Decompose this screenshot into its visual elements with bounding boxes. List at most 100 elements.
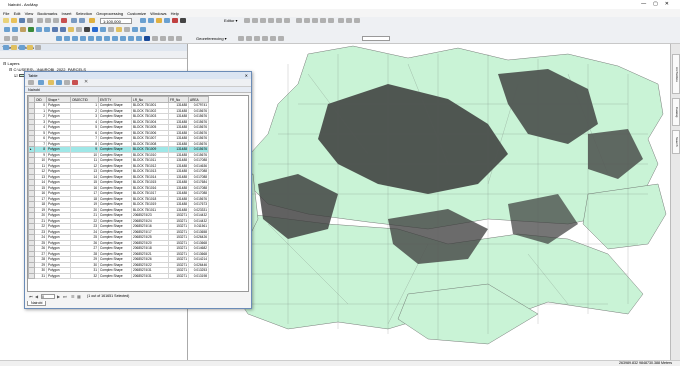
table-cell[interactable]: 20685274/31 (131, 272, 169, 279)
group-icon[interactable] (160, 36, 166, 41)
previous-record-icon[interactable]: ◀ (35, 294, 38, 299)
table-row[interactable]: 1 Polygon 2 Complex Shape BLOCK 75/1002 13148… (28, 107, 209, 114)
edit-tool-icon[interactable] (244, 18, 250, 23)
close-table-icon[interactable]: ✕ (84, 80, 88, 85)
window-controls[interactable]: —▢✕ (641, 1, 676, 7)
table-row[interactable]: 14 Polygon 15 Complex Shape BLOCK 75/1015 131… (28, 179, 209, 186)
straight-segment-icon[interactable] (260, 18, 266, 23)
editor-toolbar-icon[interactable] (140, 18, 146, 23)
list-by-source-icon[interactable] (11, 45, 17, 50)
split-icon[interactable] (320, 18, 326, 23)
table-row[interactable]: 2 Polygon 3 Complex Shape BLOCK 75/1003 13148… (28, 113, 209, 120)
table-row[interactable]: 27 Polygon 28 Complex Shape 20685274/21 15327… (28, 250, 209, 257)
order-icon[interactable] (168, 36, 174, 41)
sketch-properties-icon[interactable] (346, 18, 352, 23)
editor-dropdown[interactable]: Editor ▾ (224, 18, 238, 23)
table-row[interactable]: 16 Polygon 17 Complex Shape BLOCK 75/1017 131… (28, 190, 209, 197)
table-row[interactable]: 4 Polygon 5 Complex Shape BLOCK 75/1005 13148… (28, 124, 209, 131)
end-point-arc-icon[interactable] (268, 18, 274, 23)
table-cell[interactable]: 153271 (168, 272, 189, 279)
copy-icon[interactable] (45, 18, 51, 23)
parcel-map[interactable] (188, 44, 670, 360)
menu-bookmarks[interactable]: Bookmarks (37, 11, 57, 16)
next-record-icon[interactable]: ▶ (57, 294, 60, 299)
table-cell[interactable]: 0.013198 (188, 272, 209, 279)
last-record-icon[interactable]: ⏭ (63, 294, 67, 299)
undo-icon[interactable] (71, 18, 77, 23)
menu-help[interactable]: Help (171, 11, 179, 16)
attribute-table-window[interactable]: Table ✕ ✕ Nairobi OID Shape * OBJECTID E… (24, 71, 252, 309)
table-row[interactable]: 13 Polygon 14 Complex Shape BLOCK 75/1014 131… (28, 173, 209, 180)
table-row[interactable]: ▸ 8 Polygon 9 Complex Shape BLOCK 75/1009 1314… (28, 146, 209, 153)
trace-icon[interactable] (276, 18, 282, 23)
layout-zoom-out-icon[interactable] (12, 36, 18, 41)
clear-table-selection-icon[interactable] (64, 80, 70, 85)
table-row[interactable]: 25 Polygon 26 Complex Shape 20685274/20 15327… (28, 239, 209, 246)
table-row[interactable]: 31 Polygon 32 Complex Shape 20685274/31 15327… (28, 272, 209, 279)
table-row[interactable]: 26 Polygon 27 Complex Shape 20685274/18 15327… (28, 245, 209, 252)
clear-selection-icon[interactable] (76, 27, 82, 32)
menu-file[interactable]: File (3, 11, 9, 16)
font-color-icon[interactable] (112, 36, 118, 41)
table-row[interactable]: 15 Polygon 16 Complex Shape BLOCK 75/1016 131… (28, 184, 209, 191)
italic-icon[interactable] (96, 36, 102, 41)
georef-rotate-icon[interactable] (238, 36, 244, 41)
cut-icon[interactable] (37, 18, 43, 23)
find-icon[interactable] (100, 27, 106, 32)
select-features-icon[interactable] (68, 27, 74, 32)
marker-color-icon[interactable] (136, 36, 142, 41)
georef-shift-icon[interactable] (246, 36, 252, 41)
table-row[interactable]: 20 Polygon 21 Complex Shape 20685274/23 15327… (28, 212, 209, 219)
first-record-icon[interactable]: ⏮ (29, 294, 33, 299)
table-cell[interactable]: 32 (70, 272, 99, 279)
draw-rectangle-icon[interactable] (56, 36, 62, 41)
catalog-tab[interactable]: Catalog (672, 98, 680, 126)
toc-toggle-icon[interactable] (148, 18, 154, 23)
menu-insert[interactable]: Insert (61, 11, 71, 16)
point-tool-icon[interactable] (284, 18, 290, 23)
map-view[interactable] (188, 44, 670, 360)
table-row[interactable]: 12 Polygon 13 Complex Shape BLOCK 75/1013 131… (28, 168, 209, 175)
record-number-input[interactable]: 0 (41, 294, 55, 299)
select-elements-icon[interactable] (84, 27, 90, 32)
menu-selection[interactable]: Selection (76, 11, 92, 16)
layers-frame[interactable]: ⊟ Layers (3, 61, 19, 66)
view-link-table-icon[interactable] (270, 36, 276, 41)
hyperlink-icon[interactable] (116, 27, 122, 32)
draw-text-icon[interactable] (64, 36, 70, 41)
redo-icon[interactable] (79, 18, 85, 23)
table-title-bar[interactable]: Table ✕ (25, 72, 251, 79)
fixed-zoom-in-icon[interactable] (36, 27, 42, 32)
pan-icon[interactable] (20, 27, 26, 32)
menu-geoprocessing[interactable]: Geoprocessing (96, 11, 123, 16)
show-selected-icon[interactable]: ▦ (77, 294, 81, 299)
layout-zoom-in-icon[interactable] (4, 36, 10, 41)
measure-icon[interactable] (108, 27, 114, 32)
table-row[interactable]: 5 Polygon 6 Complex Shape BLOCK 75/1006 13148… (28, 129, 209, 136)
list-by-visibility-icon[interactable] (19, 45, 25, 50)
arctoolbox-tab[interactable]: ArcToolbox (672, 54, 680, 94)
list-by-drawing-order-icon[interactable] (3, 45, 9, 50)
print-icon[interactable] (27, 18, 33, 23)
switch-selection-icon[interactable] (56, 80, 62, 85)
delete-selected-icon[interactable] (72, 80, 78, 85)
time-slider-icon[interactable] (132, 27, 138, 32)
bold-icon[interactable] (88, 36, 94, 41)
zoom-out-icon[interactable] (12, 27, 18, 32)
reshape-icon[interactable] (304, 18, 310, 23)
full-extent-icon[interactable] (28, 27, 34, 32)
georef-scale-icon[interactable] (254, 36, 260, 41)
edit-annotation-icon[interactable] (252, 18, 258, 23)
align-icon[interactable] (152, 36, 158, 41)
open-icon[interactable] (11, 18, 17, 23)
create-features-icon[interactable] (354, 18, 360, 23)
add-data-icon[interactable] (89, 18, 95, 23)
create-viewer-icon[interactable] (140, 27, 146, 32)
paste-icon[interactable] (53, 18, 59, 23)
search-window-icon[interactable] (164, 18, 170, 23)
table-row[interactable]: 9 Polygon 10 Complex Shape BLOCK 75/1010 1314… (28, 151, 209, 158)
layer-combo[interactable] (362, 36, 390, 41)
rotate-icon[interactable] (328, 18, 334, 23)
table-cell[interactable]: Polygon (46, 272, 71, 279)
show-all-icon[interactable]: ☰ (71, 294, 75, 299)
